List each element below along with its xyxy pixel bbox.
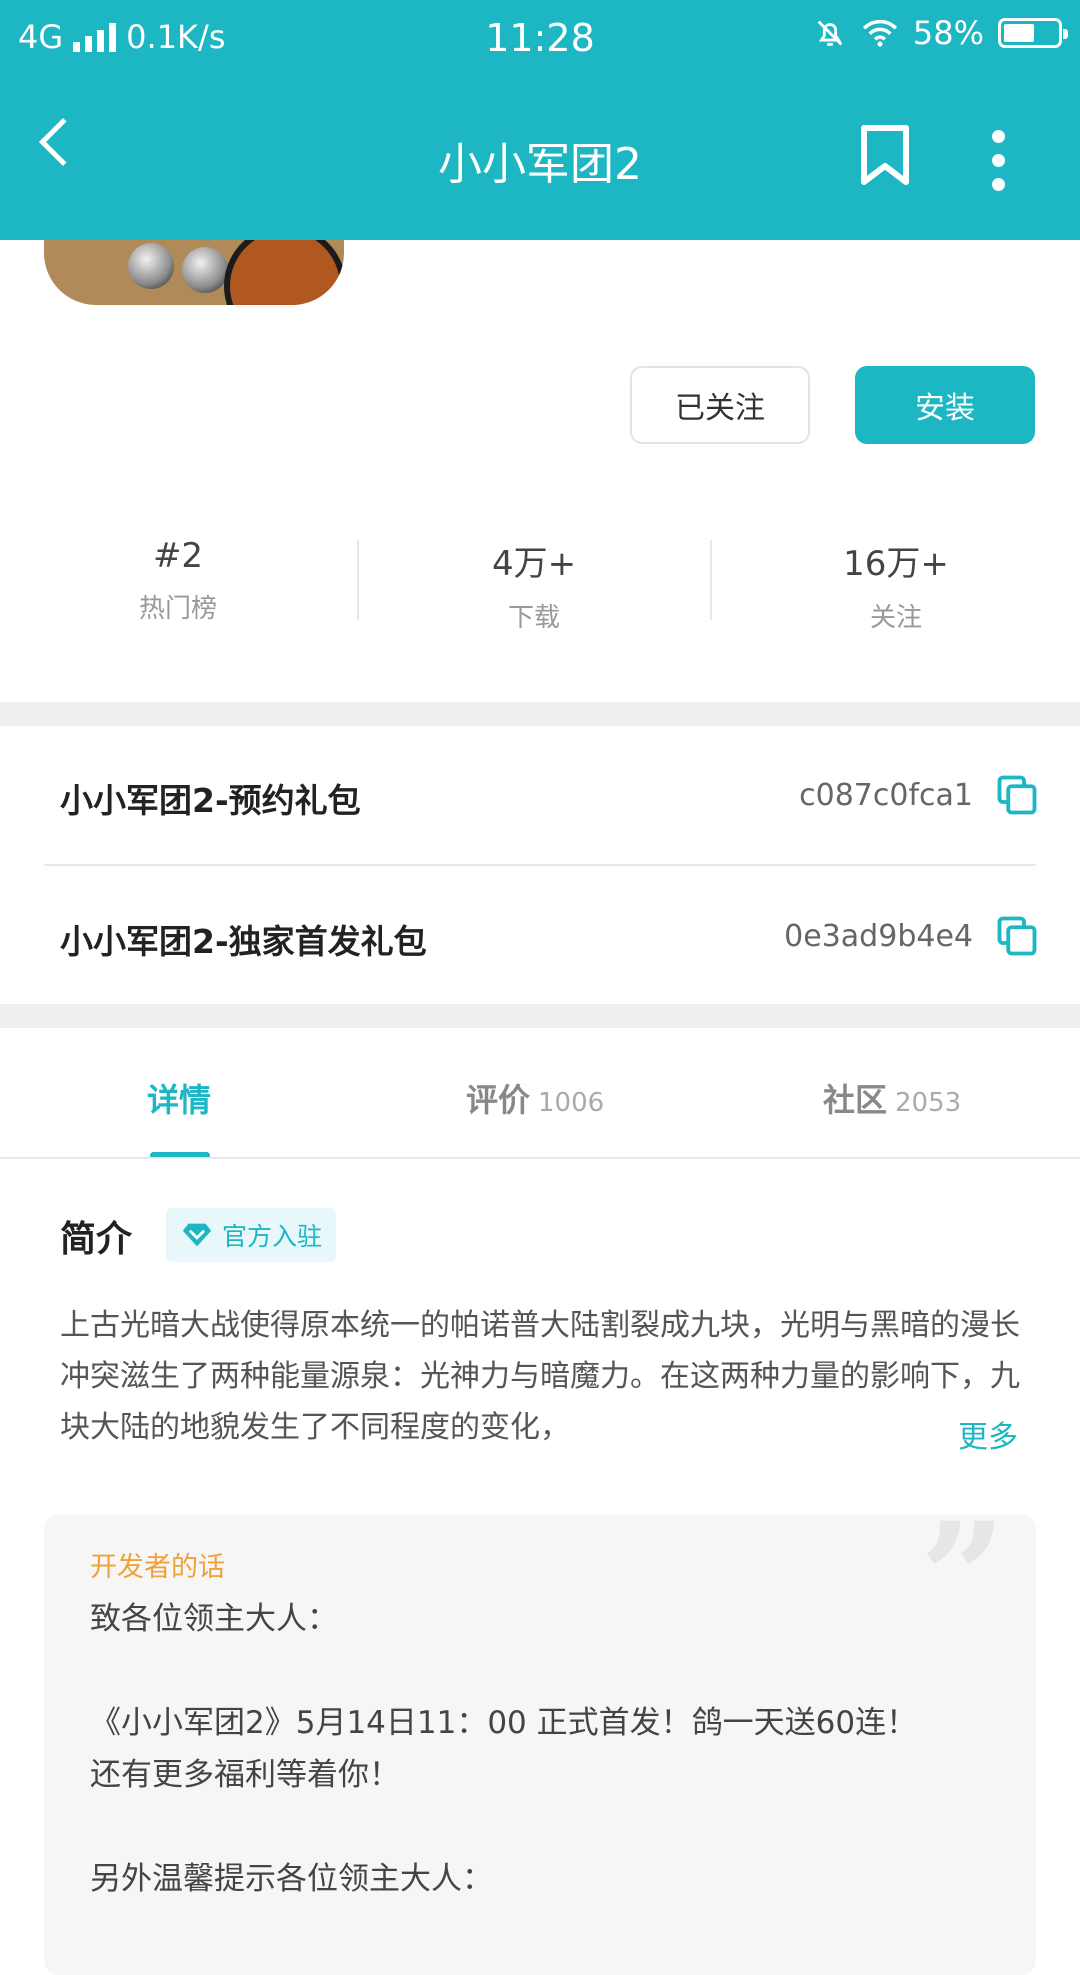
battery-icon (998, 18, 1068, 48)
more-menu-icon[interactable] (992, 130, 1005, 191)
divider (44, 864, 1036, 866)
stat-label: 热门榜 (138, 594, 217, 624)
stat-value: #2 (152, 536, 204, 576)
divider (710, 540, 712, 620)
gift-name: 小小军团2-独家首发礼包 (60, 922, 427, 961)
wifi-icon (862, 19, 897, 47)
developer-note-card: ” 开发者的话 致各位领主大人： 《小小军团2》5月14日11：00 正式首发！… (44, 1515, 1036, 1975)
developer-line: 另外温馨提示各位领主大人： (90, 1861, 493, 1897)
gift-code: c087c0fca1 (799, 778, 973, 813)
copy-icon[interactable] (996, 774, 1038, 816)
section-separator (0, 702, 1080, 726)
diamond-icon (182, 1223, 212, 1247)
stat-value: 4万+ (491, 544, 577, 584)
developer-line: 致各位领主大人： (90, 1601, 338, 1637)
page-title: 小小军团2 (438, 139, 642, 190)
developer-line (90, 1801, 1010, 1853)
badge-label: 官方入驻 (222, 1222, 323, 1251)
more-link[interactable]: 更多 (958, 1412, 1018, 1456)
bookmark-icon[interactable] (858, 124, 912, 186)
tab-details[interactable]: 详情 (147, 1075, 211, 1121)
developer-line (90, 1645, 1010, 1697)
divider (0, 1157, 1080, 1159)
stat-label: 关注 (869, 603, 922, 633)
tab-count: 2053 (895, 1088, 962, 1118)
stat-rank: #2 热门榜 (28, 536, 328, 625)
status-bar: 4G 0.1K/s 11:28 58% (0, 0, 1080, 76)
tab-label: 详情 (147, 1081, 212, 1119)
stat-downloads: 4万+ 下载 (384, 536, 684, 634)
official-badge: 官方入驻 (166, 1208, 337, 1262)
stat-value: 16万+ (843, 544, 949, 584)
developer-label: 开发者的话 (90, 1552, 225, 1583)
section-separator (0, 1004, 1080, 1028)
battery-percent: 58% (912, 14, 984, 52)
top-bar: 4G 0.1K/s 11:28 58% 小小军团2 (0, 0, 1080, 240)
gift-code: 0e3ad9b4e4 (784, 919, 973, 954)
tab-reviews[interactable]: 评价 1006 (466, 1075, 604, 1121)
gift-name: 小小军团2-预约礼包 (60, 781, 361, 820)
fade-overlay (860, 1404, 960, 1454)
copy-icon[interactable] (996, 915, 1038, 957)
install-button[interactable]: 安装 (855, 366, 1035, 444)
mute-bell-icon (817, 20, 843, 46)
tab-label: 社区 (823, 1081, 888, 1119)
developer-text: 致各位领主大人： 《小小军团2》5月14日11：00 正式首发！鸽一天送60连！… (90, 1593, 1010, 1905)
stat-label: 下载 (507, 603, 560, 633)
developer-line: 还有更多福利等着你！ (90, 1757, 400, 1793)
tab-community[interactable]: 社区 2053 (823, 1075, 961, 1121)
follow-button[interactable]: 已关注 (630, 366, 810, 444)
intro-title: 简介 (60, 1219, 133, 1260)
divider (357, 540, 359, 620)
developer-line: 《小小军团2》5月14日11：00 正式首发！鸽一天送60连！ (90, 1705, 918, 1741)
tab-count: 1006 (538, 1088, 605, 1118)
tab-label: 评价 (466, 1081, 531, 1119)
stat-followers: 16万+ 关注 (746, 536, 1046, 634)
